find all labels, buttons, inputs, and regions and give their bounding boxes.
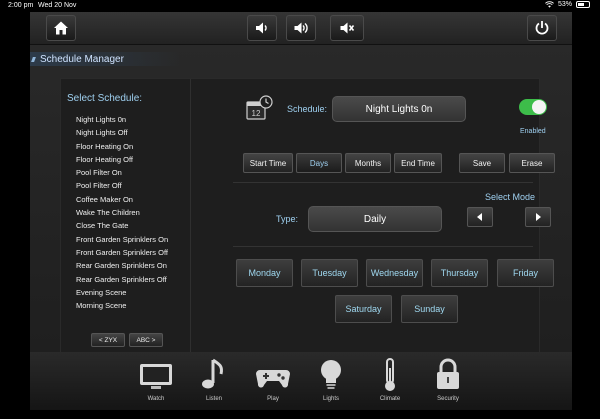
- gamepad-icon: [256, 370, 290, 388]
- schedule-item[interactable]: Night Lights Off: [76, 126, 168, 139]
- type-field[interactable]: Daily: [308, 206, 442, 232]
- day-tuesday-button[interactable]: Tuesday: [301, 259, 358, 287]
- bottom-dock: Watch Listen Play Lights Climate Securit…: [30, 352, 572, 410]
- sort-asc-button[interactable]: ABC >: [129, 333, 163, 347]
- enabled-label: Enabled: [520, 128, 546, 135]
- end-time-button[interactable]: End Time: [394, 153, 442, 173]
- schedule-list: Night Lights 0n Night Lights Off Floor H…: [76, 113, 168, 312]
- lightbulb-icon: [321, 360, 341, 389]
- schedule-item[interactable]: Front Garden Sprinklers On: [76, 233, 168, 246]
- schedule-item[interactable]: Close The Gate: [76, 219, 168, 232]
- schedule-item[interactable]: Pool Filter On: [76, 166, 168, 179]
- schedule-item[interactable]: Pool Filter Off: [76, 179, 168, 192]
- dock-label: Lights: [322, 396, 339, 402]
- home-icon: [54, 21, 68, 35]
- day-sunday-button[interactable]: Sunday: [401, 295, 458, 323]
- volume-up-button[interactable]: [286, 15, 316, 41]
- padlock-icon: [437, 358, 459, 389]
- volume-down-button[interactable]: [247, 15, 277, 41]
- sort-desc-button[interactable]: < ZYX: [91, 333, 125, 347]
- schedule-item[interactable]: Rear Garden Sprinklers On: [76, 259, 168, 272]
- volume-down-icon: [256, 22, 267, 34]
- battery-percent: 53%: [557, 1, 572, 8]
- app-window: Schedule Manager Select Schedule: Night …: [30, 12, 572, 410]
- status-date: Wed 20 Nov: [38, 2, 77, 9]
- calendar-clock-icon: 12: [246, 95, 273, 120]
- dock-label: Play: [267, 396, 279, 402]
- home-button[interactable]: [46, 15, 76, 41]
- top-bar: [30, 12, 572, 45]
- status-time: 2:00 pm: [8, 2, 34, 9]
- thermometer-icon: [385, 358, 395, 391]
- toggle-knob: [532, 100, 546, 114]
- dock-label: Security: [437, 396, 459, 402]
- schedule-item[interactable]: Floor Heating On: [76, 140, 168, 153]
- triangle-left-icon: [477, 213, 482, 221]
- power-button[interactable]: [527, 15, 557, 41]
- schedule-item[interactable]: Wake The Children: [76, 206, 168, 219]
- schedule-item[interactable]: Coffee Maker On: [76, 193, 168, 206]
- schedule-item[interactable]: Floor Heating Off: [76, 153, 168, 166]
- divider: [233, 246, 533, 247]
- schedule-item[interactable]: Night Lights 0n: [76, 113, 168, 126]
- mode-next-button[interactable]: [525, 207, 551, 227]
- schedule-list-pane: Select Schedule: Night Lights 0n Night L…: [61, 79, 191, 357]
- day-saturday-button[interactable]: Saturday: [335, 295, 392, 323]
- volume-up-icon: [294, 22, 308, 34]
- dock-security[interactable]: Security: [426, 356, 470, 410]
- schedule-item[interactable]: Front Garden Sprinklers Off: [76, 246, 168, 259]
- day-thursday-button[interactable]: Thursday: [431, 259, 488, 287]
- mode-prev-button[interactable]: [467, 207, 493, 227]
- erase-button[interactable]: Erase: [509, 153, 555, 173]
- schedule-name-field[interactable]: Night Lights 0n: [332, 96, 466, 122]
- divider: [233, 182, 533, 183]
- triangle-right-icon: [536, 213, 541, 221]
- dock-listen[interactable]: Listen: [192, 356, 236, 410]
- dock-play[interactable]: Play: [251, 356, 295, 410]
- status-right: 53%: [545, 1, 590, 8]
- day-wednesday-button[interactable]: Wednesday: [366, 259, 423, 287]
- day-monday-button[interactable]: Monday: [236, 259, 293, 287]
- music-note-icon: [202, 358, 223, 389]
- svg-text:12: 12: [252, 109, 261, 118]
- days-button[interactable]: Days: [296, 153, 342, 173]
- schedule-label: Schedule:: [287, 104, 328, 114]
- enabled-toggle[interactable]: [519, 99, 547, 115]
- schedule-panel: Select Schedule: Night Lights 0n Night L…: [60, 78, 555, 357]
- section-header: Schedule Manager: [30, 52, 180, 66]
- schedule-item[interactable]: Evening Scene: [76, 286, 168, 299]
- mute-icon: [340, 22, 355, 34]
- mute-button[interactable]: [330, 15, 364, 41]
- dock-lights[interactable]: Lights: [309, 356, 353, 410]
- dock-watch[interactable]: Watch: [134, 356, 178, 410]
- save-button[interactable]: Save: [459, 153, 505, 173]
- dock-label: Watch: [147, 396, 165, 402]
- type-label: Type:: [276, 214, 299, 224]
- power-icon: [535, 21, 549, 35]
- schedule-list-title: Select Schedule:: [67, 93, 143, 104]
- schedule-item[interactable]: Morning Scene: [76, 299, 168, 312]
- months-button[interactable]: Months: [345, 153, 391, 173]
- select-mode-label: Select Mode: [485, 192, 536, 202]
- start-time-button[interactable]: Start Time: [243, 153, 293, 173]
- dock-climate[interactable]: Climate: [368, 356, 412, 410]
- section-marker-icon: [31, 56, 38, 62]
- page-title: Schedule Manager: [40, 53, 124, 65]
- dock-label: Climate: [379, 396, 401, 402]
- status-bar: 2:00 pm Wed 20 Nov 53%: [0, 0, 600, 12]
- day-friday-button[interactable]: Friday: [497, 259, 554, 287]
- dock-label: Listen: [205, 396, 222, 402]
- schedule-item[interactable]: Rear Garden Sprinklers Off: [76, 273, 168, 286]
- tv-icon: [140, 364, 172, 389]
- battery-icon: [576, 1, 590, 8]
- wifi-icon: [545, 1, 554, 8]
